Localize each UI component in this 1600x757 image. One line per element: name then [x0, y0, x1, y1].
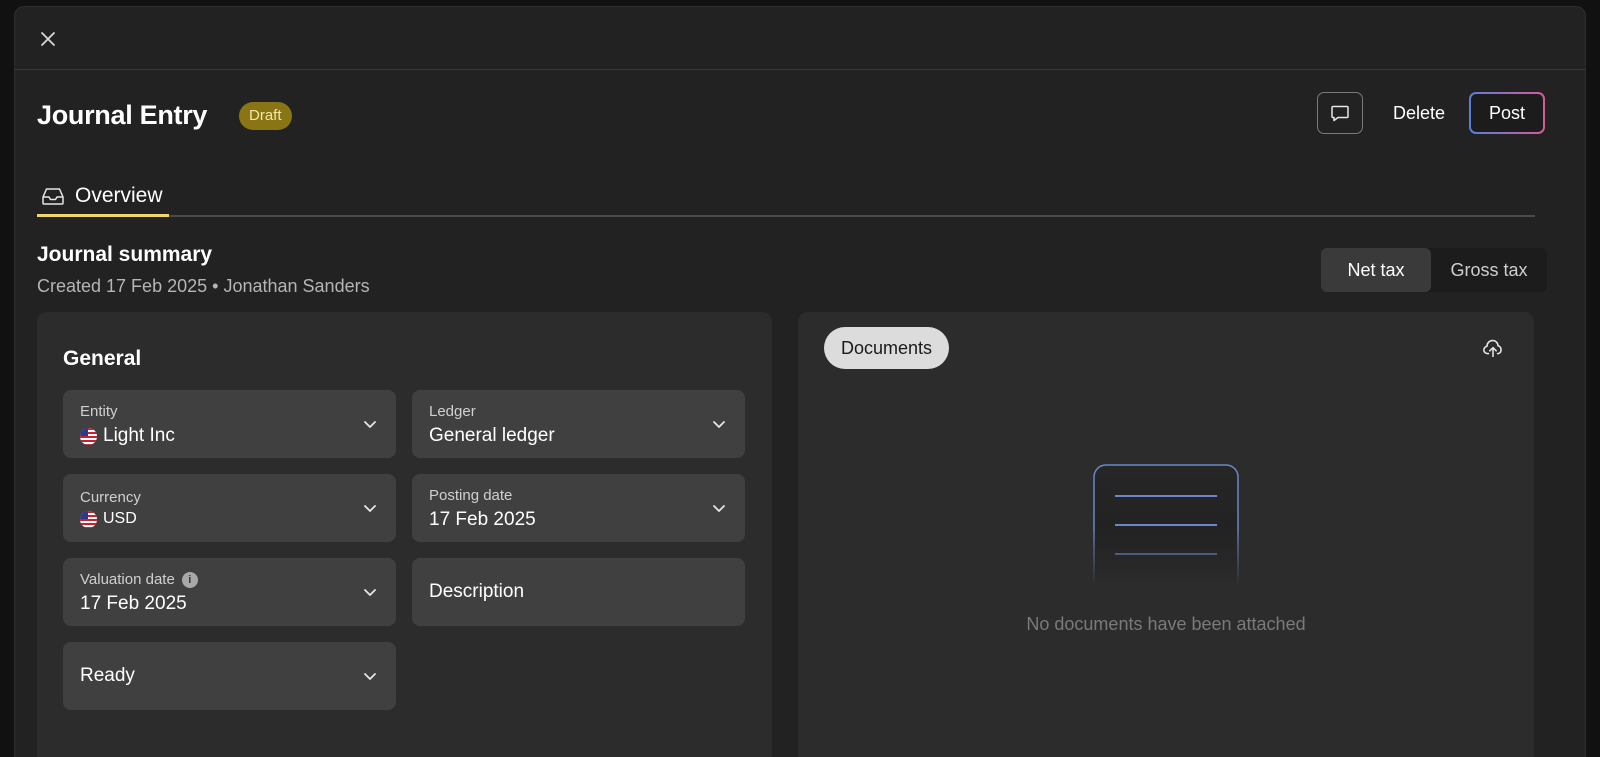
us-flag-icon: [80, 510, 97, 528]
delete-button[interactable]: Delete: [1381, 92, 1457, 134]
entity-value: Light Inc: [103, 425, 175, 446]
modal-topbar: [15, 7, 1585, 70]
status-select[interactable]: Ready: [63, 642, 396, 710]
general-panel: General Entity Light Inc Ledger General …: [37, 312, 772, 757]
posting-date-value: 17 Feb 2025: [429, 509, 536, 530]
ledger-value: General ledger: [429, 425, 555, 446]
field-label: Entity: [80, 403, 118, 420]
description-field[interactable]: Description: [412, 558, 745, 626]
section-title: Journal summary: [37, 243, 213, 266]
active-tab-indicator: [37, 214, 169, 217]
field-label: Ledger: [429, 403, 476, 420]
journal-entry-modal: Journal Entry Draft Delete Post Overview…: [14, 6, 1586, 757]
posting-date-picker[interactable]: Posting date 17 Feb 2025: [412, 474, 745, 542]
documents-panel: Documents No documents have been attache…: [798, 312, 1534, 757]
panel-title: General: [63, 347, 142, 370]
field-label: Currency: [80, 489, 141, 506]
valuation-date-picker[interactable]: Valuation date i 17 Feb 2025: [63, 558, 396, 626]
empty-state-message: No documents have been attached: [1026, 614, 1306, 634]
valuation-date-label: Valuation date: [80, 571, 175, 588]
tab-overview[interactable]: Overview: [37, 175, 167, 217]
currency-select[interactable]: Currency USD: [63, 474, 396, 542]
net-tax-option[interactable]: Net tax: [1321, 248, 1431, 292]
chevron-down-icon: [364, 673, 376, 680]
chevron-down-icon: [713, 505, 725, 512]
description-placeholder: Description: [429, 581, 525, 602]
created-date: Created 17 Feb 2025: [37, 276, 208, 296]
post-button[interactable]: Post: [1469, 92, 1545, 134]
chevron-down-icon: [364, 589, 376, 596]
field-label: Posting date: [429, 487, 513, 504]
close-button[interactable]: [37, 28, 59, 50]
currency-value: USD: [103, 510, 137, 527]
author-name: Jonathan Sanders: [223, 276, 370, 296]
chevron-down-icon: [364, 505, 376, 512]
documents-tab[interactable]: Documents: [824, 327, 950, 369]
comment-button[interactable]: [1317, 92, 1363, 134]
field-value: Light Inc: [80, 425, 175, 447]
cloud-upload-icon[interactable]: [1482, 338, 1504, 360]
tab-bar: Overview: [37, 175, 1535, 217]
page-title: Journal Entry: [37, 100, 208, 130]
empty-document-illustration: [1093, 464, 1239, 586]
entity-select[interactable]: Entity Light Inc: [63, 390, 396, 458]
page-header: Journal Entry Draft Delete Post: [37, 92, 1545, 142]
status-badge: Draft: [239, 102, 292, 130]
tab-label: Overview: [75, 184, 163, 207]
comment-icon: [1331, 105, 1349, 122]
info-icon[interactable]: i: [181, 571, 198, 588]
valuation-date-value: 17 Feb 2025: [80, 593, 187, 614]
inbox-icon: [42, 188, 64, 205]
tax-toggle: Net tax Gross tax: [1321, 248, 1547, 292]
summary-meta: Created 17 Feb 2025 • Jonathan Sanders: [37, 276, 370, 297]
ledger-select[interactable]: Ledger General ledger: [412, 390, 745, 458]
chevron-down-icon: [364, 421, 376, 428]
field-label: Valuation date i: [80, 571, 198, 588]
field-value: USD: [80, 510, 137, 528]
gross-tax-option[interactable]: Gross tax: [1431, 248, 1547, 292]
chevron-down-icon: [713, 421, 725, 428]
status-value: Ready: [80, 665, 135, 686]
close-icon: [41, 32, 55, 46]
meta-separator: •: [212, 276, 219, 296]
us-flag-icon: [80, 427, 97, 445]
